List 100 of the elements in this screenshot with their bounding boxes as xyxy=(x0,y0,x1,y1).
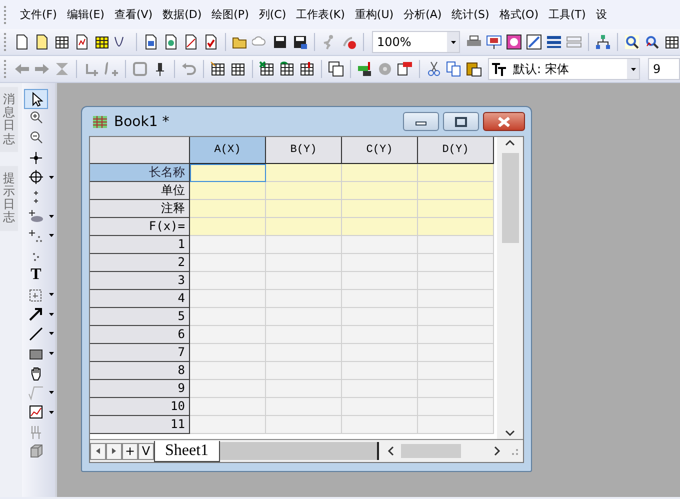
hourglass-icon[interactable] xyxy=(54,61,70,77)
menu-item[interactable]: 查看(V) xyxy=(109,7,158,22)
menu-item[interactable]: 工具(T) xyxy=(544,7,591,22)
table-cell[interactable] xyxy=(190,326,266,344)
row-header[interactable]: 5 xyxy=(90,308,190,326)
row-header[interactable]: F(x)= xyxy=(90,218,190,236)
text-tool[interactable]: T xyxy=(24,265,48,285)
menu-item[interactable]: 分析(A) xyxy=(398,7,447,22)
label-cell[interactable] xyxy=(190,182,266,200)
scrollbar-thumb[interactable] xyxy=(401,444,461,458)
column-header[interactable]: C(Y) xyxy=(342,137,418,164)
table-cell[interactable] xyxy=(342,380,418,398)
table-cell[interactable] xyxy=(266,308,342,326)
table-cell[interactable] xyxy=(418,344,494,362)
chart-document-icon[interactable] xyxy=(143,34,159,50)
presentation-icon[interactable] xyxy=(486,34,502,50)
label-cell[interactable] xyxy=(418,182,494,200)
save-icon[interactable] xyxy=(292,34,308,50)
chart-document-icon[interactable] xyxy=(163,34,179,50)
table-cell[interactable] xyxy=(418,326,494,344)
magnifier-icon[interactable] xyxy=(624,34,640,50)
label-cell[interactable] xyxy=(190,164,266,182)
table-icon[interactable] xyxy=(54,34,70,50)
table-icon[interactable] xyxy=(259,61,275,77)
menu-item[interactable]: 数据(D) xyxy=(158,7,207,22)
row-header[interactable]: 6 xyxy=(90,326,190,344)
table-cell[interactable] xyxy=(190,380,266,398)
row-header[interactable]: 单位 xyxy=(90,182,190,200)
stop-icon[interactable] xyxy=(341,34,357,50)
row-header[interactable]: 1 xyxy=(90,236,190,254)
undo-icon[interactable] xyxy=(181,61,197,77)
back-arrow-icon[interactable] xyxy=(14,61,30,77)
sheet-nav-button[interactable]: V xyxy=(138,442,154,460)
row-header[interactable]: 8 xyxy=(90,362,190,380)
chart-document-icon[interactable] xyxy=(74,34,90,50)
table-cell[interactable] xyxy=(190,290,266,308)
label-cell[interactable] xyxy=(190,218,266,236)
label-cell[interactable] xyxy=(190,200,266,218)
chart-document-icon[interactable] xyxy=(183,34,199,50)
zoom-dropdown[interactable]: 100% xyxy=(372,31,460,53)
table-cell[interactable] xyxy=(342,236,418,254)
menu-item[interactable]: 统计(S) xyxy=(446,7,494,22)
caret-icon[interactable] xyxy=(450,40,456,44)
table-cell[interactable] xyxy=(266,344,342,362)
table-cell[interactable] xyxy=(266,290,342,308)
picture-icon[interactable] xyxy=(506,34,522,50)
row-header[interactable]: 10 xyxy=(90,398,190,416)
table-cell[interactable] xyxy=(266,416,342,434)
row-header[interactable]: 11 xyxy=(90,416,190,434)
hierarchy-icon[interactable] xyxy=(595,34,611,50)
label-cell[interactable] xyxy=(266,200,342,218)
table-cell[interactable] xyxy=(342,326,418,344)
table-icon[interactable] xyxy=(210,61,226,77)
table-cell[interactable] xyxy=(190,308,266,326)
table-cell[interactable] xyxy=(418,398,494,416)
row-header[interactable]: 9 xyxy=(90,380,190,398)
caret-icon[interactable] xyxy=(630,68,636,70)
panel-tab[interactable]: 消息日志 xyxy=(0,87,18,152)
maximize-button[interactable] xyxy=(443,112,479,131)
row-header[interactable]: 4 xyxy=(90,290,190,308)
table-cell[interactable] xyxy=(266,326,342,344)
paste-icon[interactable] xyxy=(466,61,482,77)
scrollbar-thumb[interactable] xyxy=(502,153,518,243)
rows-icon[interactable] xyxy=(546,34,562,50)
table-cell[interactable] xyxy=(190,362,266,380)
table-cell[interactable] xyxy=(266,254,342,272)
magnifier-icon[interactable] xyxy=(644,34,660,50)
table-cell[interactable] xyxy=(418,416,494,434)
menu-item[interactable]: 格式(O) xyxy=(494,7,544,22)
label-cell[interactable] xyxy=(418,218,494,236)
save-icon[interactable] xyxy=(272,34,288,50)
label-cell[interactable] xyxy=(342,218,418,236)
table-cell[interactable] xyxy=(190,272,266,290)
table-cell[interactable] xyxy=(342,362,418,380)
table-cell[interactable] xyxy=(342,398,418,416)
document-icon[interactable] xyxy=(14,34,30,50)
sheet-tab[interactable]: Sheet1 xyxy=(154,440,220,462)
chart-document-icon[interactable] xyxy=(203,34,219,50)
table-cell[interactable] xyxy=(190,416,266,434)
table-cell[interactable] xyxy=(266,272,342,290)
close-button[interactable] xyxy=(483,112,525,131)
table-cell[interactable] xyxy=(342,254,418,272)
table-cell[interactable] xyxy=(418,254,494,272)
table-cell[interactable] xyxy=(342,290,418,308)
table-cell[interactable] xyxy=(342,308,418,326)
menu-item[interactable]: 文件(F) xyxy=(15,7,62,22)
label-cell[interactable] xyxy=(266,182,342,200)
label-cell[interactable] xyxy=(342,182,418,200)
minimize-button[interactable] xyxy=(403,112,439,131)
vertical-scrollbar[interactable] xyxy=(497,137,523,439)
table-icon[interactable] xyxy=(664,34,680,50)
row-header[interactable]: 2 xyxy=(90,254,190,272)
table-cell[interactable] xyxy=(418,290,494,308)
column-header[interactable]: B(Y) xyxy=(266,137,342,164)
pen-icon[interactable] xyxy=(526,34,542,50)
menu-item[interactable]: 设 xyxy=(590,7,612,22)
label-cell[interactable] xyxy=(266,218,342,236)
label-cell[interactable] xyxy=(342,200,418,218)
forward-arrow-icon[interactable] xyxy=(34,61,50,77)
sheet-nav-button[interactable]: + xyxy=(122,442,138,460)
